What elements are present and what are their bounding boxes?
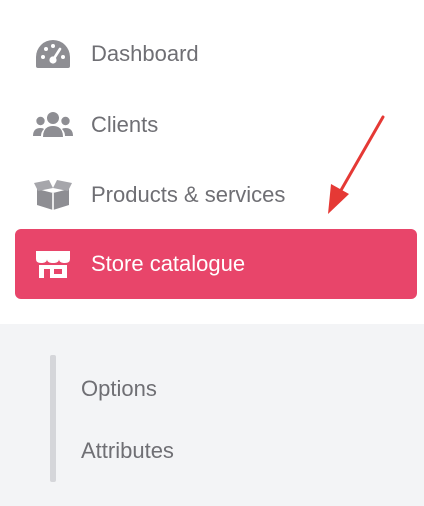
sidebar-item-label: Store catalogue: [91, 251, 246, 276]
submenu-indicator-bar: [50, 355, 56, 482]
sidebar-item-dashboard[interactable]: Dashboard: [15, 20, 417, 88]
submenu-item-options[interactable]: Options: [81, 376, 157, 402]
store-catalogue-submenu: Options Attributes: [0, 324, 424, 506]
box-icon: [33, 175, 73, 215]
sidebar-item-label: Products & services: [91, 182, 286, 207]
users-icon: [33, 105, 73, 145]
store-icon: [33, 244, 73, 284]
sidebar-item-clients[interactable]: Clients: [15, 91, 417, 159]
gauge-icon: [33, 34, 73, 74]
sidebar-menu: Dashboard Clients Products & services St…: [0, 0, 424, 324]
submenu-item-attributes[interactable]: Attributes: [81, 438, 174, 464]
sidebar-item-label: Clients: [91, 112, 159, 137]
sidebar-item-label: Dashboard: [91, 41, 199, 66]
sidebar-item-store-catalogue[interactable]: Store catalogue: [15, 229, 417, 299]
sidebar-item-products-services[interactable]: Products & services: [15, 161, 417, 229]
